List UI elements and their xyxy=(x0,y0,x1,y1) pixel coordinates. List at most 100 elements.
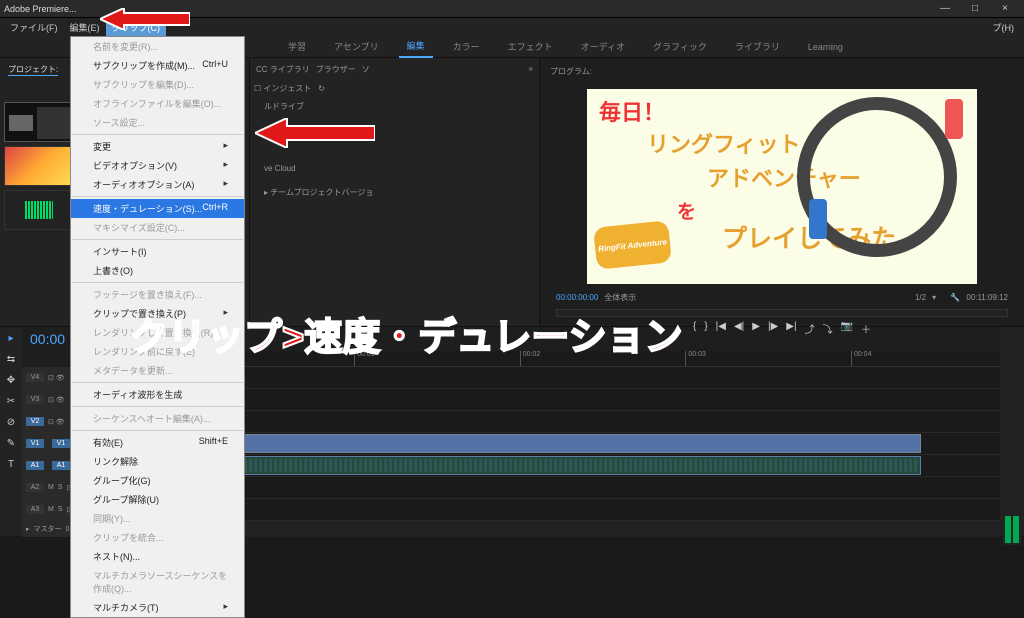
program-page[interactable]: 1/2 xyxy=(915,293,926,302)
menu-sync[interactable]: 同期(Y)... xyxy=(71,509,244,528)
track-body-v1[interactable] xyxy=(172,433,1000,454)
tab-editing[interactable]: 編集 xyxy=(399,35,433,58)
track-a3[interactable]: A3 xyxy=(26,505,44,514)
step-fwd-icon[interactable]: ▶| xyxy=(786,321,796,336)
track-body-a3[interactable] xyxy=(172,499,1000,520)
menu-nest[interactable]: ネスト(N)... xyxy=(71,547,244,566)
menu-rename[interactable]: 名前を変更(R)... xyxy=(71,37,244,56)
bin-item-audio[interactable] xyxy=(4,190,74,230)
timeline-timecode[interactable]: 00:00 xyxy=(30,331,65,347)
lift-icon[interactable]: ⤴ xyxy=(805,321,815,336)
menu-audio-options[interactable]: オーディオオプション(A) xyxy=(71,175,244,194)
tab-learning2[interactable]: Learning xyxy=(800,38,851,56)
menu-edit-offline[interactable]: オフラインファイルを編集(O)... xyxy=(71,94,244,113)
menu-modify[interactable]: 変更 xyxy=(71,137,244,156)
clip[interactable] xyxy=(226,434,922,453)
monitor-text: リングフィット xyxy=(647,127,801,159)
bin-item-graphic[interactable] xyxy=(4,146,74,186)
track-body-master[interactable]: ⊳⊲ xyxy=(172,521,1000,537)
export-frame-icon[interactable]: 📷 xyxy=(841,321,853,336)
track-body-a2[interactable] xyxy=(172,477,1000,498)
track-body-v2[interactable] xyxy=(172,411,1000,432)
mark-out-icon[interactable]: } xyxy=(704,321,707,336)
clip[interactable] xyxy=(226,456,922,475)
tab-cc-libraries[interactable]: CC ライブラリ xyxy=(256,64,310,75)
joycon-blue-icon xyxy=(809,199,827,239)
minimize-button[interactable]: — xyxy=(930,1,960,17)
track-body-a1[interactable] xyxy=(172,455,1000,476)
menu-enable[interactable]: 有効(E)Shift+E xyxy=(71,433,244,452)
extract-icon[interactable]: ⤵ xyxy=(823,321,833,336)
menu-merge-clips[interactable]: クリップを統合... xyxy=(71,528,244,547)
browser-row[interactable]: ve Cloud xyxy=(264,162,535,176)
menu-auto-to-seq[interactable]: シーケンスヘオート編集(A)... xyxy=(71,409,244,428)
menu-generate-waveform[interactable]: オーディオ波形を生成 xyxy=(71,385,244,404)
tab-browser[interactable]: ブラウザー xyxy=(316,64,356,75)
track-v4[interactable]: V4 xyxy=(26,373,44,382)
track-body-v3[interactable] xyxy=(172,389,1000,410)
maximize-button[interactable]: □ xyxy=(960,1,990,17)
track-select-tool-icon[interactable]: ⇆ xyxy=(7,354,15,365)
mark-in-icon[interactable]: { xyxy=(693,321,696,336)
razor-tool-icon[interactable]: ✂ xyxy=(7,396,15,407)
menu-edit-subclip[interactable]: サブクリップを編集(D)... xyxy=(71,75,244,94)
selection-tool-icon[interactable]: ▸ xyxy=(8,333,13,344)
menu-multicam-create[interactable]: マルチカメラソースシーケンスを作成(Q)... xyxy=(71,566,244,598)
tab-color[interactable]: カラー xyxy=(445,36,488,57)
track-v1[interactable]: V1 xyxy=(52,439,70,448)
media-browser-panel: CC ライブラリ ブラウザー ソ » ☐ インジェスト ↻ ルドライブ ve C… xyxy=(250,58,540,326)
ripple-tool-icon[interactable]: ✥ xyxy=(7,375,15,386)
slip-tool-icon[interactable]: ⊘ xyxy=(7,417,15,428)
ingest-check-label[interactable]: インジェスト xyxy=(263,84,311,93)
project-tab[interactable]: プロジェクト: xyxy=(8,64,58,76)
menu-file[interactable]: ファイル(F) xyxy=(4,19,64,36)
track-v3[interactable]: V3 xyxy=(26,395,44,404)
tab-learning[interactable]: 学習 xyxy=(280,36,314,57)
annotation-arrow-menubar xyxy=(100,8,190,30)
menu-video-options[interactable]: ビデオオプション(V) xyxy=(71,156,244,175)
pen-tool-icon[interactable]: ✎ xyxy=(7,438,15,449)
menu-ungroup[interactable]: グループ解除(U) xyxy=(71,490,244,509)
program-timecode-left[interactable]: 00:00:00:00 xyxy=(556,293,598,302)
menu-unlink[interactable]: リンク解除 xyxy=(71,452,244,471)
add-btn-icon[interactable]: ＋ xyxy=(861,321,871,336)
track-body-v4[interactable] xyxy=(172,367,1000,388)
program-tab[interactable]: プログラム: xyxy=(550,67,592,76)
track-v2[interactable]: V2 xyxy=(26,417,44,426)
track-a2[interactable]: A2 xyxy=(26,483,44,492)
bin-item-sequence[interactable] xyxy=(4,102,74,142)
program-fit[interactable]: 全体表示 xyxy=(604,292,636,303)
menu-replace-footage[interactable]: フッテージを置き換え(F)... xyxy=(71,285,244,304)
tab-assembly[interactable]: アセンブリ xyxy=(326,36,387,57)
tab-audio[interactable]: オーディオ xyxy=(573,36,633,57)
audio-meter xyxy=(1003,405,1021,545)
prev-frame-icon[interactable]: ◀| xyxy=(734,321,744,336)
step-back-icon[interactable]: |◀ xyxy=(716,321,726,336)
menu-speed-duration[interactable]: 速度・デュレーション(S)...Ctrl+R xyxy=(71,199,244,218)
menu-make-subclip[interactable]: サブクリップを作成(M)...Ctrl+U xyxy=(71,56,244,75)
menu-maximize[interactable]: マキシマイズ設定(C)... xyxy=(71,218,244,237)
play-icon[interactable]: ▶ xyxy=(752,321,760,336)
menu-multicam[interactable]: マルチカメラ(T) xyxy=(71,598,244,617)
type-tool-icon[interactable]: T xyxy=(8,459,14,470)
next-frame-icon[interactable]: |▶ xyxy=(768,321,778,336)
close-button[interactable]: × xyxy=(990,1,1020,17)
program-monitor[interactable]: 毎日！ リングフィット アドベンチャー を プレイしてみた RingFit Ad… xyxy=(587,89,977,284)
menu-group[interactable]: グループ化(G) xyxy=(71,471,244,490)
timeline-scrollbar[interactable] xyxy=(172,537,1000,547)
wrench-icon[interactable]: 🔧 xyxy=(950,293,960,302)
tab-graphics[interactable]: グラフィック xyxy=(645,36,715,57)
menu-insert[interactable]: インサート(I) xyxy=(71,242,244,261)
tab-effects[interactable]: エフェクト xyxy=(500,36,561,57)
track-a1[interactable]: A1 xyxy=(52,461,70,470)
tab-source[interactable]: ソ xyxy=(362,64,370,75)
menu-help-tail[interactable]: プ(H) xyxy=(987,19,1021,36)
menu-update-metadata[interactable]: メタデータを更新... xyxy=(71,361,244,380)
browser-row[interactable]: チームプロジェクトバージョ xyxy=(270,188,373,197)
menu-source-settings[interactable]: ソース設定... xyxy=(71,113,244,132)
menu-overwrite[interactable]: 上書き(O) xyxy=(71,261,244,280)
annotation-arrow-menuitem xyxy=(255,118,375,148)
track-master[interactable]: マスター xyxy=(34,524,62,534)
browser-row[interactable]: ルドライブ xyxy=(264,100,535,114)
tab-library[interactable]: ライブラリ xyxy=(727,36,788,57)
